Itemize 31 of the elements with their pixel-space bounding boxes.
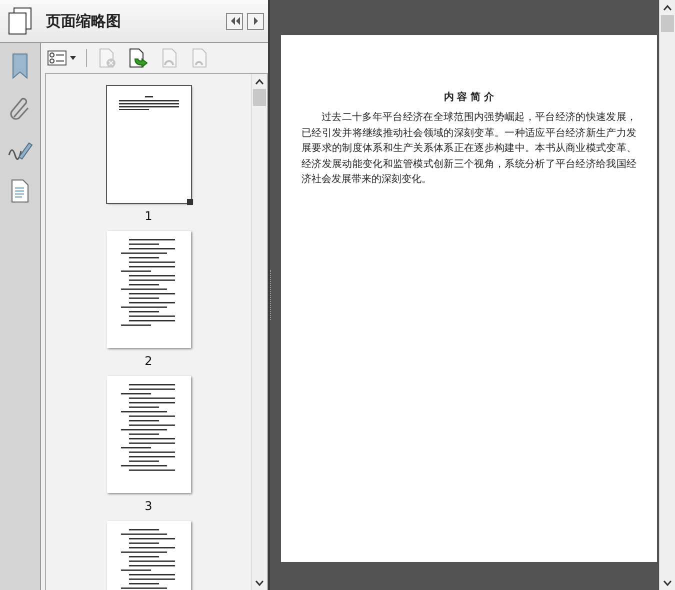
page-heading: 内 容 简 介 <box>444 90 494 104</box>
page-thumbnail[interactable] <box>106 231 190 348</box>
scroll-thumb[interactable] <box>661 15 674 32</box>
page-thumbnail[interactable] <box>106 376 190 493</box>
page-thumbnail[interactable] <box>106 86 190 203</box>
page-number: 1 <box>144 209 152 223</box>
document-button[interactable] <box>10 179 30 203</box>
right-arrow-icon <box>252 17 258 25</box>
page-delete-icon <box>97 48 117 68</box>
text-lines-drawing <box>118 96 178 110</box>
text-lines-drawing <box>120 529 174 590</box>
resize-handle[interactable] <box>186 199 192 205</box>
splitter-handle[interactable] <box>270 270 273 320</box>
collapse-button[interactable] <box>226 12 243 30</box>
toolbar-button[interactable] <box>127 48 149 68</box>
page-number: 2 <box>144 354 152 368</box>
scrollbar[interactable] <box>659 0 675 590</box>
page-arrow-icon <box>127 48 149 68</box>
list-view-icon <box>47 50 67 66</box>
panel-title: 页面缩略图 <box>46 12 122 30</box>
page-number: 3 <box>144 499 152 513</box>
caret-icon <box>70 56 76 60</box>
bookmark-button[interactable] <box>11 53 29 79</box>
pages-icon <box>7 7 33 35</box>
scroll-thumb[interactable] <box>253 89 266 106</box>
page-paragraph: 过去二十多年平台经济在全球范围内强势崛起，平台经济的快速发展，已经引发并将继续推动社会领域的深刻变革。一种适应平台经济新生产力发展要求的制度体系和生产关系体系正在逐步构建中。本书从商业模式变革、经济发展动能变化和监管模式创新三个视角，系统分析了平台经济给我国经济社会发展带来的深刻变化。 <box>302 110 636 187</box>
double-left-arrow-icon <box>230 17 240 25</box>
paperclip-button[interactable] <box>9 97 31 121</box>
expand-button[interactable] <box>247 12 264 30</box>
toolbar-button[interactable] <box>47 50 76 66</box>
scrollbar[interactable] <box>251 74 267 590</box>
